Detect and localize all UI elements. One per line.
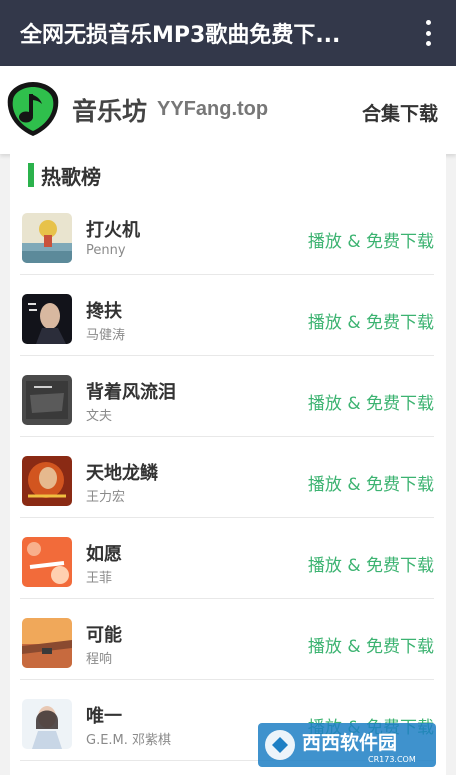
song-title: 背着风流泪 bbox=[86, 382, 176, 403]
song-artist: 文夫 bbox=[86, 409, 113, 424]
song-row[interactable]: 可能 程响 播放 & 免费下载 bbox=[20, 599, 434, 680]
app-bar-title: 全网无损音乐MP3歌曲免费下... bbox=[20, 23, 341, 48]
album-cover-image[interactable] bbox=[22, 537, 72, 587]
section-accent-bar bbox=[28, 163, 34, 187]
play-download-link[interactable]: 播放 & 免费下载 bbox=[308, 470, 434, 495]
section-title-text: 热歌榜 bbox=[41, 164, 101, 189]
site-watermark: 西西软件园 CR173.COM bbox=[258, 723, 436, 767]
watermark-text: 西西软件园 bbox=[302, 731, 397, 754]
song-row[interactable]: 如愿 王菲 播放 & 免费下载 bbox=[20, 518, 434, 599]
play-download-link[interactable]: 播放 & 免费下载 bbox=[308, 389, 434, 414]
song-artist: 程响 bbox=[86, 652, 113, 667]
song-artist: 马健涛 bbox=[86, 328, 126, 343]
song-row[interactable]: 背着风流泪 文夫 播放 & 免费下载 bbox=[20, 356, 434, 437]
brand-name[interactable]: 音乐坊 bbox=[72, 92, 147, 128]
more-vertical-icon[interactable] bbox=[416, 18, 440, 48]
song-artist: 王力宏 bbox=[86, 490, 126, 505]
album-cover-image[interactable] bbox=[22, 213, 72, 263]
section-title: 热歌榜 bbox=[28, 162, 101, 189]
collection-download-link[interactable]: 合集下载 bbox=[362, 99, 438, 126]
song-title: 可能 bbox=[86, 625, 122, 646]
song-list: 打火机 Penny 播放 & 免费下载 搀扶 马健涛 播放 & 免费下载 背着风… bbox=[20, 194, 434, 761]
song-title: 打火机 bbox=[86, 220, 140, 241]
song-title: 天地龙鳞 bbox=[86, 463, 158, 484]
song-title: 如愿 bbox=[86, 544, 122, 565]
app-bar: 全网无损音乐MP3歌曲免费下... bbox=[0, 0, 456, 66]
site-header: 音乐坊 YYFang.top 合集下载 bbox=[0, 66, 456, 154]
play-download-link[interactable]: 播放 & 免费下载 bbox=[308, 632, 434, 657]
hot-songs-card: 热歌榜 打火机 Penny 播放 & 免费下载 搀扶 马健涛 播放 & 免费下载… bbox=[10, 154, 446, 775]
play-download-link[interactable]: 播放 & 免费下载 bbox=[308, 227, 434, 252]
song-artist: Penny bbox=[86, 243, 126, 258]
album-cover-image[interactable] bbox=[22, 456, 72, 506]
play-download-link[interactable]: 播放 & 免费下载 bbox=[308, 551, 434, 576]
song-row[interactable]: 天地龙鳞 王力宏 播放 & 免费下载 bbox=[20, 437, 434, 518]
song-artist: 王菲 bbox=[86, 571, 113, 586]
album-cover-image[interactable] bbox=[22, 618, 72, 668]
song-row[interactable]: 搀扶 马健涛 播放 & 免费下载 bbox=[20, 275, 434, 356]
song-artist: G.E.M. 邓紫棋 bbox=[86, 733, 172, 748]
album-cover-image[interactable] bbox=[22, 375, 72, 425]
album-cover-image[interactable] bbox=[22, 699, 72, 749]
music-note-shield-icon[interactable] bbox=[6, 80, 60, 138]
album-cover-image[interactable] bbox=[22, 294, 72, 344]
song-title: 唯一 bbox=[86, 706, 122, 727]
song-title: 搀扶 bbox=[86, 301, 122, 322]
watermark-subtext: CR173.COM bbox=[368, 755, 416, 764]
brand-domain[interactable]: YYFang.top bbox=[157, 98, 268, 121]
play-download-link[interactable]: 播放 & 免费下载 bbox=[308, 308, 434, 333]
page: 全网无损音乐MP3歌曲免费下... 音乐坊 YYFang.top 合集下载 热歌… bbox=[0, 0, 456, 775]
song-row[interactable]: 打火机 Penny 播放 & 免费下载 bbox=[20, 194, 434, 275]
